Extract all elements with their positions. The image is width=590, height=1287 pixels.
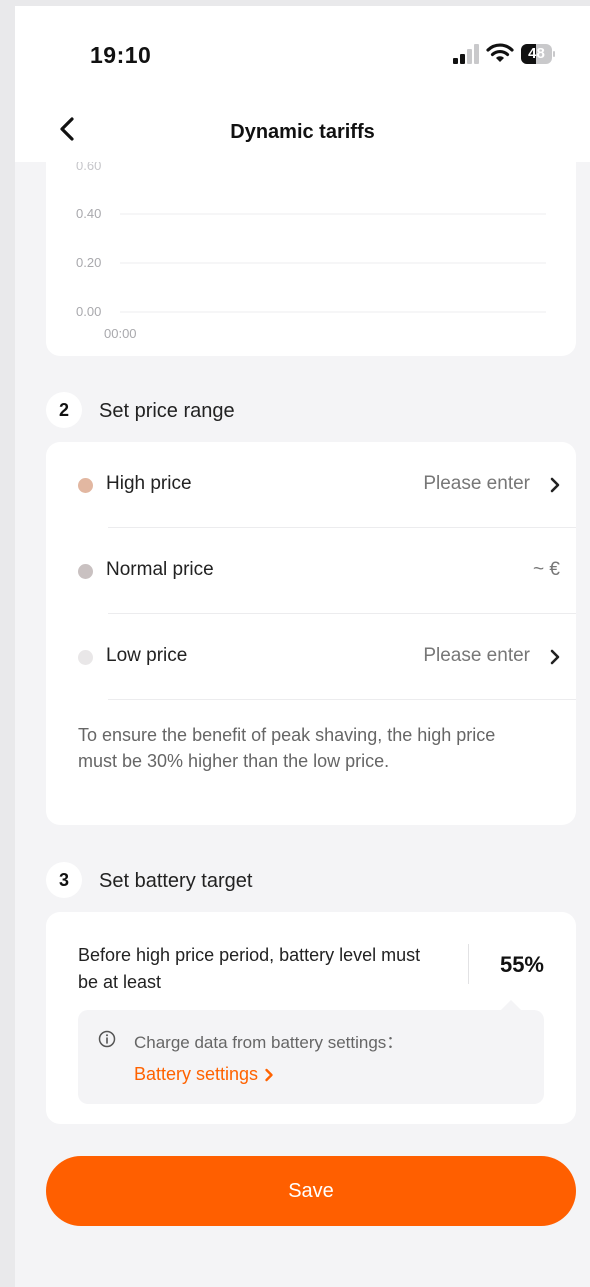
y-tick-label: 0.20 xyxy=(76,255,102,270)
battery-level: 48 xyxy=(528,45,545,62)
normal-price-dot xyxy=(78,564,93,579)
chevron-right-icon xyxy=(265,1068,273,1082)
battery-settings-link[interactable]: Battery settings xyxy=(134,1064,274,1085)
section-title: Set battery target xyxy=(99,870,253,892)
page-title: Dynamic tariffs xyxy=(230,121,375,143)
section-title: Set price range xyxy=(99,400,235,422)
battery-target-value[interactable]: 55% xyxy=(500,952,544,978)
battery-target-card: Before high price period, battery level … xyxy=(46,912,576,1124)
low-price-value[interactable]: Please enter xyxy=(423,645,530,667)
app-screen: 19:10 48 Dynamic tariffs 0.60 0.40 0.20 … xyxy=(15,6,590,1287)
low-price-dot xyxy=(78,650,93,665)
row-label: High price xyxy=(106,473,192,494)
vertical-divider xyxy=(468,944,469,984)
battery-target-description: Before high price period, battery level … xyxy=(78,945,421,992)
price-range-note: To ensure the benefit of peak shaving, t… xyxy=(78,725,496,771)
row-label: Normal price xyxy=(106,559,214,580)
y-tick-label: 0.40 xyxy=(76,206,102,221)
step-number: 2 xyxy=(46,392,82,428)
y-tick-label: 0.00 xyxy=(76,304,102,319)
link-label: Battery settings xyxy=(134,1064,259,1084)
normal-price-row: Normal price ~ € xyxy=(46,528,576,614)
battery-icon: 48 xyxy=(521,44,555,64)
signal-icon xyxy=(453,44,481,64)
chevron-right-icon xyxy=(550,477,560,493)
chevron-right-icon xyxy=(550,649,560,665)
battery-settings-tip: Charge data from battery settings： Batte… xyxy=(78,1010,544,1104)
info-icon xyxy=(98,1030,116,1048)
price-range-card: High price Please enter Normal price ~ €… xyxy=(46,442,576,825)
divider xyxy=(108,699,576,700)
save-button[interactable]: Save xyxy=(46,1156,576,1226)
normal-price-value: ~ € xyxy=(533,559,560,580)
tip-text: Charge data from battery settings： xyxy=(134,1033,404,1052)
status-time: 19:10 xyxy=(90,42,152,68)
high-price-row[interactable]: High price Please enter xyxy=(46,442,576,528)
wifi-icon xyxy=(486,43,514,62)
y-tick-label-clipped: 0.60 xyxy=(76,162,102,173)
nav-bar: Dynamic tariffs xyxy=(15,96,590,162)
low-price-row[interactable]: Low price Please enter xyxy=(46,614,576,700)
step-number: 3 xyxy=(46,862,82,898)
price-chart: 0.60 0.40 0.20 0.00 00:00 xyxy=(46,162,576,356)
high-price-value[interactable]: Please enter xyxy=(423,473,530,495)
tooltip-arrow xyxy=(501,1000,521,1010)
x-tick-label: 00:00 xyxy=(104,326,137,341)
status-bar: 19:10 48 xyxy=(15,6,590,96)
row-label: Low price xyxy=(106,645,188,666)
high-price-dot xyxy=(78,478,93,493)
